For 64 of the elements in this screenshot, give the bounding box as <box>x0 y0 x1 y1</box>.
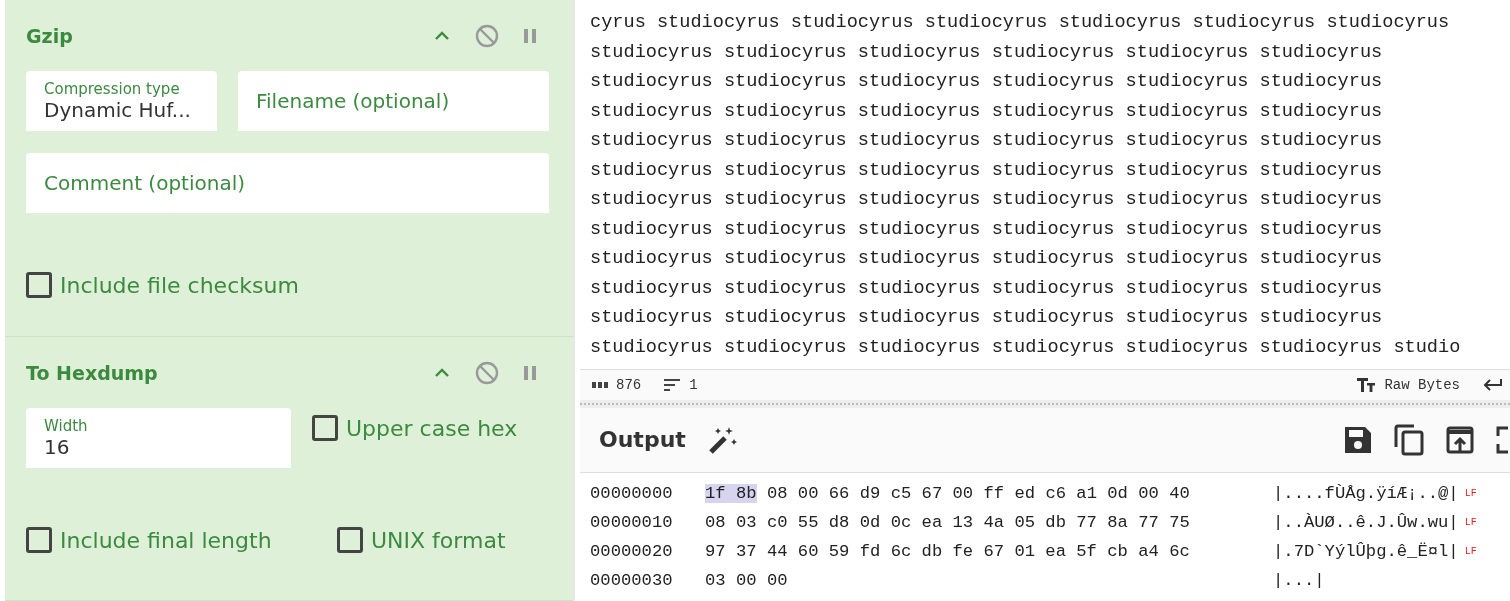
checkbox-label: Include final length <box>60 527 272 553</box>
lines-icon <box>663 378 682 393</box>
operation-title: To Hexdump <box>26 362 158 384</box>
hex-bytes: 03 00 00 <box>705 571 788 590</box>
text-line: studiocyrus studiocyrus studiocyrus studiocyrus studiocyrus studiocyrus <box>590 276 1384 301</box>
input-field[interactable]: Filename (optional) <box>238 71 549 131</box>
field-placeholder: Filename (optional) <box>256 89 451 113</box>
text-line: studiocyrus studiocyrus studiocyrus studiocyrus studiocyrus studiocyrus <box>590 70 1384 94</box>
hex-bytes: 08 00 66 d9 c5 67 00 ff ed c6 a1 0d 00 40 <box>765 484 1190 503</box>
text-line: studiocyrus studiocyrus studiocyrus studiocyrus studiocyrus studiocyrus <box>590 158 1384 183</box>
offset-text: 00000010 <box>590 513 674 532</box>
line-ending-marker: LF <box>1464 488 1477 499</box>
text-line: studiocyrus studiocyrus studiocyrus studiocyrus studiocyrus studiocyrus <box>590 99 1384 124</box>
text-line: studiocyrus studiocyrus studiocyrus studiocyrus studiocyrus studiocyrus <box>590 40 1384 65</box>
fullscreen-icon[interactable] <box>1496 425 1510 454</box>
output-title: Output <box>599 427 686 453</box>
field-value: 16 <box>44 435 71 459</box>
input-field[interactable]: Comment (optional) <box>26 153 549 213</box>
checkbox[interactable] <box>26 272 52 298</box>
text-line: studiocyrus studiocyrus studiocyrus studiocyrus studiocyrus studiocyrus <box>590 247 1384 271</box>
encoding-button[interactable]: Raw Bytes <box>1356 377 1460 394</box>
open-in-window-icon[interactable] <box>1446 425 1474 454</box>
text-line: studiocyrus studiocyrus studiocyrus studiocyrus studiocyrus studiocyrus <box>590 217 1384 242</box>
operation-title: Gzip <box>26 25 73 47</box>
line-ending-marker: LF <box>1464 517 1477 528</box>
selected-bytes: 1f 8b <box>705 484 757 503</box>
save-icon[interactable] <box>1344 425 1372 454</box>
checkbox-label: Upper case hex <box>346 415 518 441</box>
checkbox[interactable] <box>26 527 52 553</box>
offset-text: 00000020 <box>590 542 674 561</box>
text-line: cyrus studiocyrus studiocyrus studiocyrus studiocyrus studiocyrus studiocyrus <box>590 11 1451 35</box>
ascii-text: |.7D`YýlÛþg.ê_Ë¤l| <box>1273 542 1459 561</box>
checkbox-option[interactable]: Include final length <box>26 520 316 560</box>
text-size-icon <box>1356 377 1377 394</box>
text-line: studiocyrus studiocyrus studiocyrus studiocyrus studiocyrus studiocyrus <box>590 188 1384 212</box>
checkbox-option[interactable]: Include file checksum <box>26 265 549 305</box>
ascii-text: |...| <box>1273 571 1325 590</box>
checkbox-label: UNIX format <box>371 527 506 553</box>
text-line: studiocyrus studiocyrus studiocyrus studiocyrus studiocyrus studiocyrus <box>590 306 1384 330</box>
line-ending-marker: LF <box>1464 546 1477 557</box>
ascii-text: |..ÀUØ..ê.J.Ûw.wu| <box>1273 513 1459 532</box>
length-count: 876 <box>616 377 642 394</box>
copy-icon[interactable] <box>1394 423 1424 456</box>
checkbox[interactable] <box>312 415 338 441</box>
checkbox[interactable] <box>337 527 363 553</box>
field-label: Compression type <box>44 80 181 98</box>
field-placeholder: Comment (optional) <box>44 171 246 195</box>
abc-icon <box>592 381 608 390</box>
field-label: Width <box>44 417 89 435</box>
offset-text: 00000030 <box>590 571 674 590</box>
input-field[interactable]: Width 16 <box>26 408 291 468</box>
lines-count: 1 <box>689 377 698 394</box>
field-value: Dynamic Huf... <box>44 98 192 122</box>
offset-text: 00000000 <box>590 484 674 503</box>
text-line: studiocyrus studiocyrus studiocyrus studiocyrus studiocyrus studiocyrus <box>590 129 1384 153</box>
return-icon[interactable] <box>1482 378 1502 393</box>
dropdown-field[interactable]: Compression type Dynamic Huf... <box>26 71 217 131</box>
checkbox-label: Include file checksum <box>60 272 299 298</box>
ascii-text: |....fÙÅg.ÿíÆ¡..@| <box>1273 484 1459 503</box>
checkbox-option[interactable]: Upper case hex <box>312 408 518 448</box>
hex-bytes: 08 03 c0 55 d8 0d 0c ea 13 4a 05 db 77 8a 77 75 <box>705 513 1190 532</box>
checkbox-option[interactable]: UNIX format <box>337 520 506 560</box>
text-line: studiocyrus studiocyrus studiocyrus studiocyrus studiocyrus studiocyrus studio <box>590 335 1462 360</box>
hex-bytes: 97 37 44 60 59 fd 6c db fe 67 01 ea 5f cb a4 6c <box>705 542 1190 561</box>
